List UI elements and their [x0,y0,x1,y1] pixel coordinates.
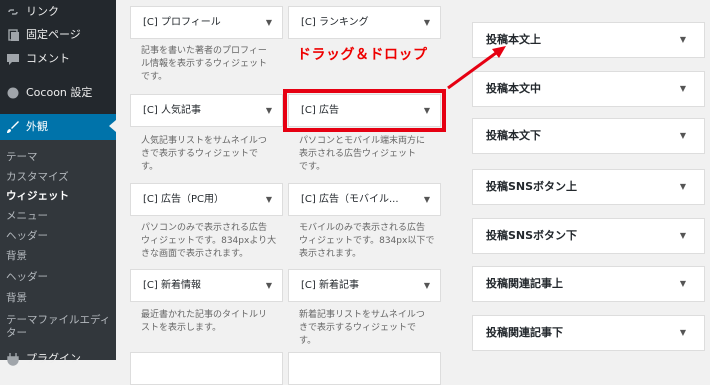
arrow-icon [447,46,506,90]
drag-arrow-overlay [447,46,506,90]
